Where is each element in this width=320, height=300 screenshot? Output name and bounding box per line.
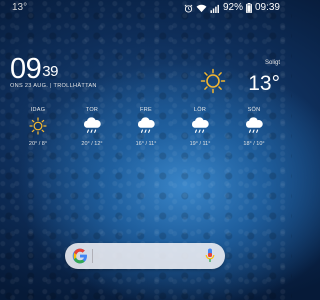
status-time: 09:39 <box>254 2 280 13</box>
rain-cloud-icon <box>68 116 116 136</box>
forecast-range: 20° / 12° <box>81 141 103 147</box>
current-weather[interactable]: Soligt 13° <box>200 60 280 100</box>
rain-cloud-icon <box>122 116 170 136</box>
google-search-bar[interactable] <box>65 243 225 269</box>
clock-hours: 09 <box>10 53 42 85</box>
forecast-day-name: FRE <box>140 107 152 113</box>
google-g-icon[interactable] <box>72 248 88 269</box>
wifi-icon <box>196 4 207 13</box>
rain-cloud-icon <box>176 116 224 136</box>
forecast-day-name: IDAG <box>30 107 46 113</box>
forecast-day: IDAG 20° / 8° <box>14 107 62 147</box>
forecast-day-name: TOR <box>85 107 99 113</box>
forecast-day: TOR 20° / 12° <box>68 107 116 147</box>
forecast-range: 18° / 10° <box>243 141 265 147</box>
forecast-day: FRE 16° / 11° <box>122 107 170 147</box>
alarm-icon <box>184 4 193 13</box>
date-location: ONS 23 AUG. | TROLLHÄTTAN <box>10 83 97 89</box>
clock-minutes: 39 <box>42 63 58 80</box>
forecast-range: 16° / 11° <box>135 141 157 147</box>
forecast-day-name: SÖN <box>247 107 261 113</box>
forecast-range: 19° / 11° <box>189 141 211 147</box>
forecast-day: SÖN 18° / 10° <box>230 107 278 147</box>
forecast-day-name: LÖR <box>193 107 207 113</box>
clock-widget[interactable]: 0939 <box>10 54 58 84</box>
signal-icon <box>210 4 220 13</box>
battery-icon <box>246 3 252 13</box>
forecast-row[interactable]: IDAG 20° / 8° TOR 20° / 12° FRE 16° / 11… <box>14 107 278 147</box>
current-temperature: 13° <box>248 72 280 95</box>
status-bar: 13° 92% 09:39 <box>0 0 292 16</box>
forecast-range: 20° / 8° <box>28 141 48 147</box>
status-icons: 92% 09:39 <box>184 0 280 16</box>
sun-icon <box>200 68 226 99</box>
search-divider <box>92 249 93 263</box>
weather-condition: Soligt <box>264 60 280 66</box>
notification-temperature: 13° <box>12 2 28 13</box>
battery-percent: 92% <box>222 2 243 13</box>
forecast-day: LÖR 19° / 11° <box>176 107 224 147</box>
mic-icon[interactable] <box>205 248 215 269</box>
sun-icon <box>14 116 62 136</box>
rain-cloud-icon <box>230 116 278 136</box>
